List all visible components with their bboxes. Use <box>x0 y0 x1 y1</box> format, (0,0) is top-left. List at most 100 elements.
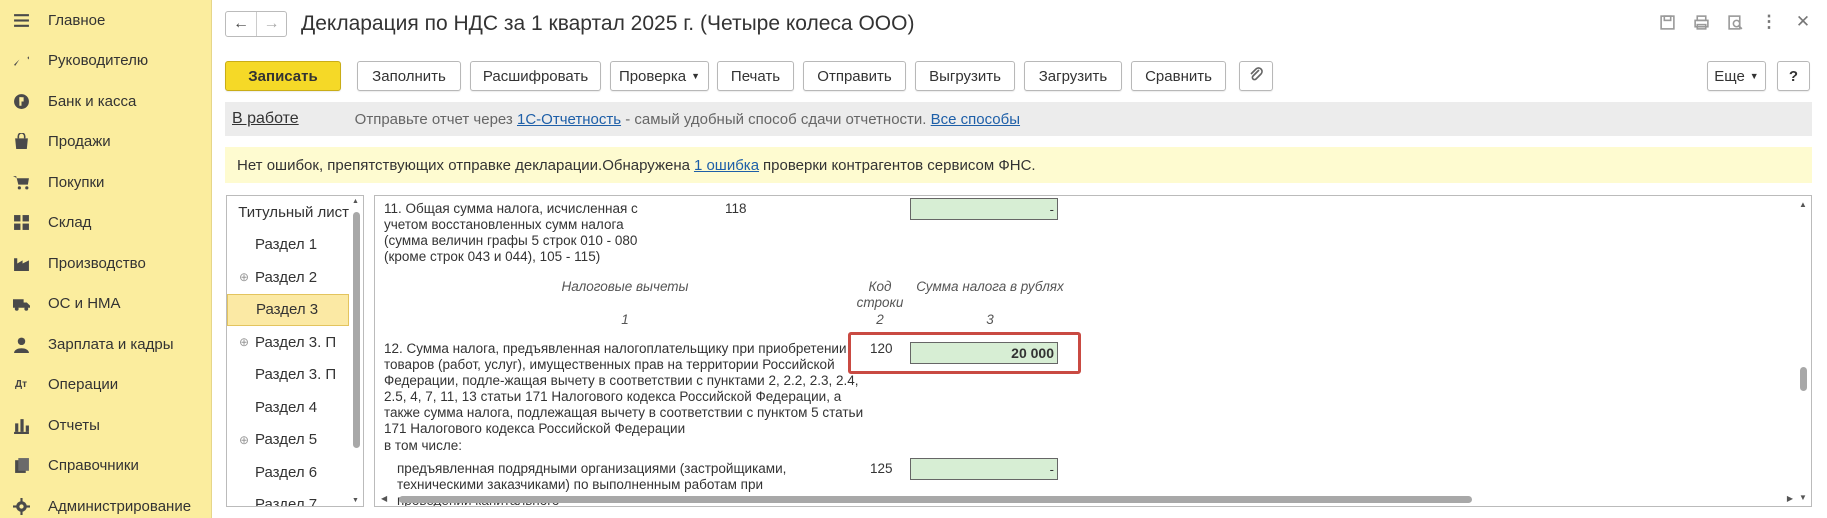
more-button-label: Еще <box>1714 67 1745 85</box>
tree-item-section-4[interactable]: Раздел 4 <box>227 391 349 424</box>
including-label: в том числе: <box>384 438 462 453</box>
tree-item-label: Раздел 3. П <box>255 366 337 384</box>
sidebar-item-label: Справочники <box>48 457 139 475</box>
tree-item-section-1[interactable]: Раздел 1 <box>227 229 349 262</box>
sidebar-item-label: Покупки <box>48 173 105 191</box>
print-button[interactable]: Печать <box>717 61 794 91</box>
form-vscroll-thumb[interactable] <box>1800 367 1807 391</box>
export-button[interactable]: Выгрузить <box>915 61 1015 91</box>
all-methods-link[interactable]: Все способы <box>931 111 1020 128</box>
expand-icon[interactable]: ⊕ <box>233 335 255 349</box>
decode-button[interactable]: Расшифровать <box>470 61 601 91</box>
trend-icon <box>12 52 30 70</box>
status-link[interactable]: В работе <box>232 110 299 128</box>
tree-item-label: Раздел 7 <box>255 496 318 507</box>
tree-item-label: Раздел 3. П <box>255 333 337 351</box>
scroll-down-icon[interactable]: ▼ <box>352 497 359 504</box>
more-vertical-icon[interactable]: ⋮ <box>1759 12 1779 32</box>
close-icon[interactable]: ✕ <box>1793 12 1813 32</box>
column-number-3: 3 <box>986 312 994 327</box>
tree-item-section-5[interactable]: ⊕ Раздел 5 <box>227 424 349 457</box>
tree-item-label: Раздел 5 <box>255 431 318 449</box>
help-button[interactable]: ? <box>1777 61 1810 91</box>
sidebar-item-reports[interactable]: Отчеты <box>0 405 211 446</box>
tree-item-section-3-appendix-1[interactable]: ⊕ Раздел 3. П <box>227 326 349 359</box>
factory-icon <box>12 254 30 272</box>
window-actions: ⋮ ✕ <box>1657 12 1813 32</box>
line-125-field[interactable]: - <box>910 458 1058 480</box>
column-number-2: 2 <box>876 312 884 327</box>
line-11-code: 118 <box>725 201 747 216</box>
scroll-right-icon[interactable]: ▶ <box>1787 494 1793 503</box>
tree-item-label: Раздел 2 <box>255 268 318 286</box>
menu-icon <box>12 11 30 29</box>
send-button[interactable]: Отправить <box>803 61 906 91</box>
chevron-down-icon: ▼ <box>1749 71 1759 81</box>
header-tax-amount: Сумма налога в рублях <box>916 279 1064 294</box>
sidebar-item-admin[interactable]: Администрирование <box>0 486 211 518</box>
sidebar-item-label: Руководителю <box>48 52 149 70</box>
forward-button[interactable]: → <box>256 12 286 36</box>
attach-button[interactable] <box>1239 61 1273 91</box>
sidebar-item-label: Склад <box>48 214 92 232</box>
expand-icon[interactable]: ⊕ <box>233 270 255 284</box>
tree-item-label: Раздел 1 <box>255 236 318 254</box>
more-button[interactable]: Еще ▼ <box>1707 61 1766 91</box>
scroll-left-icon[interactable]: ◀ <box>381 494 387 503</box>
scroll-up-icon[interactable]: ▲ <box>1799 200 1807 209</box>
cart-icon <box>12 173 30 191</box>
line-11-field[interactable]: - <box>910 198 1058 220</box>
tree-item-section-7[interactable]: Раздел 7 <box>227 489 349 507</box>
scroll-down-icon[interactable]: ▼ <box>1799 493 1807 502</box>
print-icon[interactable] <box>1691 12 1711 32</box>
warning-prefix: Нет ошибок, препятствующих отправке декл… <box>237 156 690 174</box>
back-button[interactable]: ← <box>226 12 256 36</box>
sidebar-item-sales[interactable]: Продажи <box>0 122 211 163</box>
sidebar-item-assets[interactable]: ОС и НМА <box>0 284 211 325</box>
sidebar-item-label: Банк и касса <box>48 92 137 110</box>
tree-item-title[interactable]: Титульный лист <box>227 196 349 229</box>
person-icon <box>12 335 30 353</box>
save-button[interactable]: Записать <box>225 61 341 91</box>
warning-strip: Нет ошибок, препятствующих отправке декл… <box>225 147 1812 183</box>
tree-item-section-3[interactable]: Раздел 3 <box>227 293 349 326</box>
sidebar-item-references[interactable]: Справочники <box>0 446 211 487</box>
sidebar-item-label: ОС и НМА <box>48 295 121 313</box>
form-hscroll-thumb[interactable] <box>399 496 1472 503</box>
sidebar-item-production[interactable]: Производство <box>0 243 211 284</box>
line-12-field[interactable]: 20 000 <box>910 342 1058 364</box>
error-link[interactable]: 1 ошибка <box>694 157 759 174</box>
sidebar-item-salary[interactable]: Зарплата и кадры <box>0 324 211 365</box>
sidebar-item-purchases[interactable]: Покупки <box>0 162 211 203</box>
sidebar-item-label: Продажи <box>48 133 111 151</box>
tree-scroll-thumb[interactable] <box>353 212 360 448</box>
info-prefix: Отправьте отчет через <box>354 110 517 128</box>
page-title: Декларация по НДС за 1 квартал 2025 г. (… <box>301 12 915 35</box>
header-line-code: Код строки <box>856 279 904 310</box>
sidebar-item-main[interactable]: Главное <box>0 0 211 41</box>
compare-button[interactable]: Сравнить <box>1131 61 1226 91</box>
sections-tree: Титульный лист Раздел 1 ⊕ Раздел 2 Раздел… <box>226 195 364 507</box>
tree-scrollbar[interactable]: ▲ ▼ <box>351 198 361 504</box>
tree-item-section-2[interactable]: ⊕ Раздел 2 <box>227 261 349 294</box>
form-vertical-scrollbar[interactable]: ▲ ▼ <box>1795 196 1811 506</box>
sidebar-item-operations[interactable]: Дт Операции <box>0 365 211 406</box>
sidebar-item-director[interactable]: Руководителю <box>0 41 211 82</box>
sidebar-item-label: Главное <box>48 11 106 29</box>
check-button[interactable]: Проверка ▼ <box>610 61 709 91</box>
expand-icon[interactable]: ⊕ <box>233 433 255 447</box>
form-horizontal-scrollbar[interactable]: ◀ ▶ <box>375 492 1797 506</box>
tree-item-section-3-appendix-2[interactable]: Раздел 3. П <box>227 359 349 392</box>
tree-item-section-6[interactable]: Раздел 6 <box>227 456 349 489</box>
save-icon[interactable] <box>1657 12 1677 32</box>
import-button[interactable]: Загрузить <box>1024 61 1122 91</box>
reporting-link[interactable]: 1С-Отчетность <box>517 111 621 128</box>
sidebar-item-warehouse[interactable]: Склад <box>0 203 211 244</box>
scroll-up-icon[interactable]: ▲ <box>352 198 359 205</box>
toolbar: Записать Заполнить Расшифровать Проверка… <box>225 61 1813 91</box>
sidebar-item-bank[interactable]: Банк и касса <box>0 81 211 122</box>
bar-chart-icon <box>12 416 30 434</box>
preview-icon[interactable] <box>1725 12 1745 32</box>
fill-button[interactable]: Заполнить <box>357 61 461 91</box>
declaration-form: 11. Общая сумма налога, исчисленная с уч… <box>374 195 1812 507</box>
